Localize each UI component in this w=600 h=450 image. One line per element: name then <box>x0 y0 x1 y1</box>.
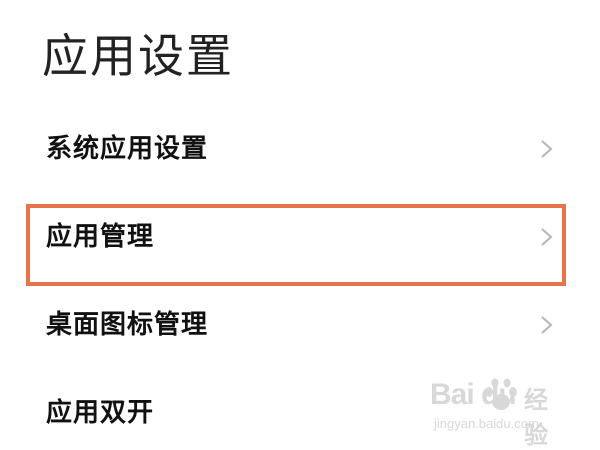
watermark-url: jingyan.baidu.com <box>434 416 539 431</box>
page-title: 应用设置 <box>42 29 234 83</box>
settings-item-label: 桌面图标管理 <box>46 310 209 340</box>
settings-item-label: 系统应用设置 <box>46 134 209 164</box>
settings-item-app-management[interactable]: 应用管理 <box>0 193 600 281</box>
baidu-jingyan-watermark: Bai du 经验 jingyan.baidu.com <box>430 378 570 449</box>
settings-item-label: 应用管理 <box>46 222 155 252</box>
paw-logo-icon <box>482 378 520 414</box>
chevron-right-icon <box>536 139 556 159</box>
chevron-right-icon <box>536 227 556 247</box>
settings-item-desktop-icon-management[interactable]: 桌面图标管理 <box>0 281 600 369</box>
settings-item-label: 应用双开 <box>46 398 155 428</box>
watermark-suffix: 经验 <box>524 386 548 449</box>
settings-item-system-app-settings[interactable]: 系统应用设置 <box>0 105 600 193</box>
chevron-right-icon <box>536 315 556 335</box>
